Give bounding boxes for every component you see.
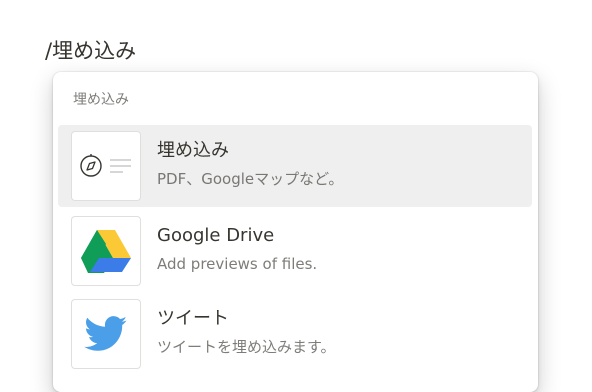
menu-item-thumbnail [71, 299, 141, 369]
embed-block-menu: 埋め込み 埋め込み PDF、Googleマップなど。 Google Drive … [53, 72, 538, 392]
menu-item-google-drive[interactable]: Google Drive Add previews of files. [58, 210, 532, 292]
menu-item-title: Google Drive [157, 225, 275, 246]
menu-item-tweet[interactable]: ツイート ツイートを埋め込みます。 [58, 293, 532, 375]
menu-item-title: ツイート [157, 308, 229, 329]
menu-item-embed[interactable]: 埋め込み PDF、Googleマップなど。 [58, 125, 532, 207]
menu-item-title: 埋め込み [157, 140, 229, 161]
menu-section-header: 埋め込み [73, 92, 129, 108]
menu-item-description: PDF、Googleマップなど。 [157, 170, 344, 188]
menu-item-thumbnail [71, 216, 141, 286]
compass-icon [80, 154, 131, 177]
google-drive-icon [81, 230, 131, 273]
menu-item-description: ツイートを埋め込みます。 [157, 338, 336, 356]
menu-item-thumbnail [71, 131, 141, 201]
slash-command-text[interactable]: /埋め込み [45, 36, 136, 66]
twitter-bird-icon [84, 316, 127, 351]
menu-item-description: Add previews of files. [157, 255, 318, 273]
